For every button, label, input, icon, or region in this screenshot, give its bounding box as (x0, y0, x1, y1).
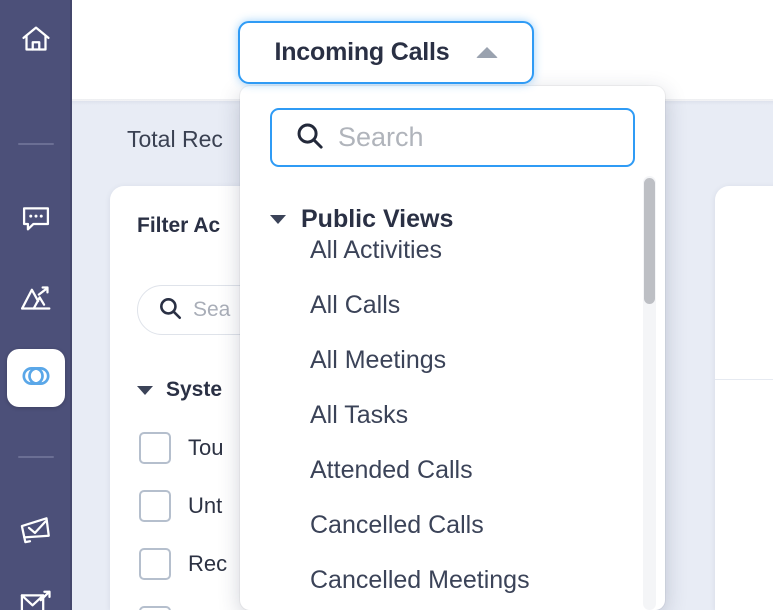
view-selector-label: Incoming Calls (274, 38, 450, 66)
dropdown-item-cancelled-calls[interactable]: Cancelled Calls (310, 511, 484, 540)
dropdown-item-all-meetings[interactable]: All Meetings (310, 346, 446, 375)
dropdown-item-cancelled-meetings[interactable]: Cancelled Meetings (310, 566, 530, 595)
filter-checkbox-row[interactable]: Tou (139, 432, 223, 464)
filter-checkbox-label: Rec (188, 551, 228, 576)
filter-panel-search-placeholder: Sea (193, 298, 231, 321)
filter-checkbox-row[interactable]: Rec (139, 548, 227, 580)
sidebar-item-home[interactable] (7, 12, 65, 70)
checkbox-icon[interactable] (139, 548, 171, 580)
filter-checkbox-label: Tou (188, 435, 224, 460)
sidebar-item-links[interactable] (7, 349, 65, 407)
sidebar-separator (18, 143, 54, 145)
email-send-icon (18, 587, 54, 610)
filter-checkbox-row[interactable] (139, 606, 188, 610)
filter-group-label: Syste (166, 378, 223, 401)
search-icon (157, 295, 183, 326)
caret-down-icon (270, 215, 286, 224)
view-selector-button[interactable]: Incoming Calls (238, 21, 534, 84)
dropdown-group-public-views[interactable]: Public Views (270, 205, 453, 234)
sidebar-edge (70, 0, 72, 610)
checkbox-icon[interactable] (139, 606, 171, 610)
total-records-label: Total Rec (127, 126, 223, 152)
sidebar-item-email[interactable] (7, 578, 65, 610)
home-icon (19, 22, 53, 61)
sidebar-item-chat[interactable] (7, 191, 65, 249)
dropdown-search-input[interactable]: Search (270, 108, 635, 167)
dropdown-search-placeholder: Search (338, 122, 424, 152)
sidebar-item-campaigns[interactable] (7, 503, 65, 561)
search-icon (294, 120, 325, 156)
filter-panel-title: Filter Ac (137, 214, 221, 237)
filter-group-system-defined[interactable]: Syste (137, 378, 222, 402)
chat-bubble-icon (19, 201, 53, 240)
record-list-panel (715, 186, 773, 610)
caret-up-icon (475, 47, 498, 58)
record-list-divider (715, 379, 773, 380)
app-root: Total Rec Filter Ac Sea Syste Tou Unt Re… (0, 0, 773, 610)
dropdown-group-label: Public Views (301, 205, 454, 233)
dropdown-item-all-calls[interactable]: All Calls (310, 291, 400, 320)
filter-checkbox-row[interactable]: Unt (139, 490, 222, 522)
sidebar-separator (18, 456, 54, 458)
view-selector-dropdown: Search Public Views All Activities All C… (240, 86, 665, 610)
analytics-mountain-icon (19, 281, 53, 320)
filter-checkbox-label: Unt (188, 493, 223, 518)
dropdown-item-all-activities[interactable]: All Activities (310, 236, 442, 265)
dropdown-item-attended-calls[interactable]: Attended Calls (310, 456, 473, 485)
caret-down-icon (137, 385, 153, 395)
dropdown-scrollbar-thumb[interactable] (644, 178, 655, 304)
checkbox-icon[interactable] (139, 490, 171, 522)
link-chain-icon (19, 359, 53, 398)
app-sidebar (0, 0, 72, 610)
dropdown-item-all-tasks[interactable]: All Tasks (310, 401, 408, 430)
sidebar-item-analytics[interactable] (7, 271, 65, 329)
checkbox-icon[interactable] (139, 432, 171, 464)
megaphone-icon (18, 512, 54, 553)
